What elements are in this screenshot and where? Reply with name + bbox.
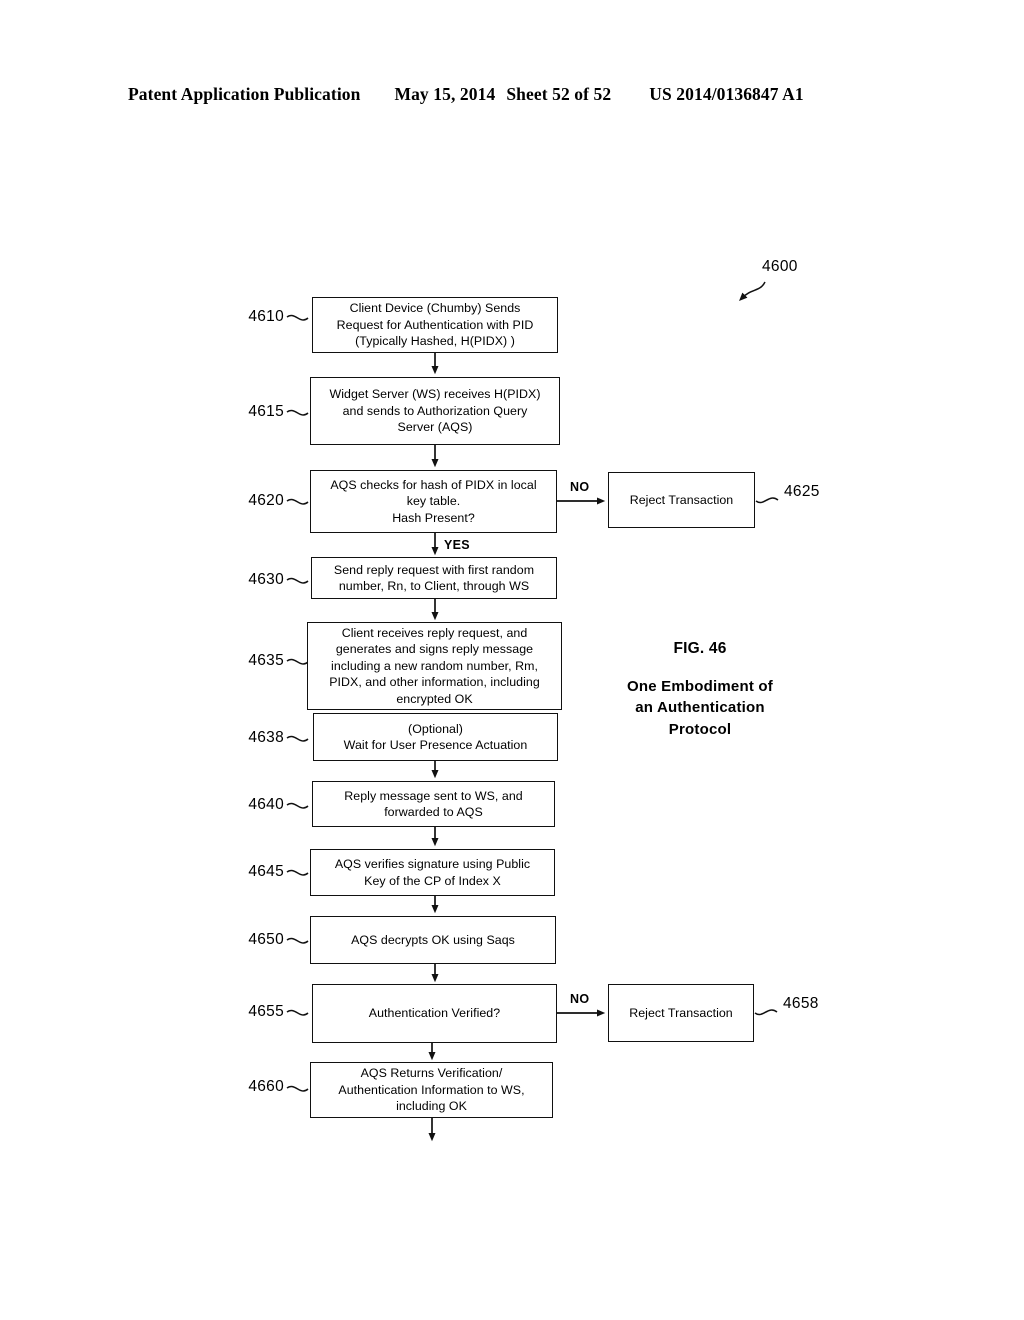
flow-node-4655-text: Authentication Verified? [368, 1006, 501, 1021]
flow-node-4635-text: Client receives reply request, and gener… [329, 625, 540, 706]
flowchart-diagram: 4600 Client Device (Chumby) Sends Reques… [0, 0, 1024, 1320]
edge-label-no-upper: NO [570, 480, 590, 494]
flow-node-4650-text: AQS decrypts OK using Saqs [351, 932, 515, 947]
flow-node-4630-text: Send reply request with first random num… [333, 562, 535, 594]
flow-node-4635: Client receives reply request, and gener… [307, 622, 562, 710]
flow-ref-4620: 4620 [248, 492, 284, 509]
flow-ref-4650: 4650 [248, 931, 284, 948]
flow-ref-4640: 4640 [248, 796, 284, 813]
flow-node-4645: AQS verifies signature using Public Key … [310, 849, 555, 896]
flow-node-4645-text: AQS verifies signature using Public Key … [334, 857, 531, 888]
flow-ref-4630: 4630 [248, 571, 284, 588]
flow-node-4630: Send reply request with first random num… [311, 557, 557, 599]
figure-title: One Embodiment of an Authentication Prot… [627, 678, 773, 738]
flow-node-4650: AQS decrypts OK using Saqs [310, 916, 556, 964]
flow-ref-4635: 4635 [248, 652, 284, 669]
diagram-reference-4600: 4600 [762, 258, 798, 275]
flow-node-4660-text: AQS Returns Verification/ Authentication… [338, 1066, 525, 1114]
flow-node-4610-text: Client Device (Chumby) Sends Request for… [336, 301, 534, 349]
flow-node-4660: AQS Returns Verification/ Authentication… [310, 1062, 553, 1118]
flow-node-4640-text: Reply message sent to WS, and forwarded … [344, 788, 523, 820]
flow-ref-4660: 4660 [248, 1078, 284, 1095]
flow-ref-4638: 4638 [248, 729, 284, 746]
flow-ref-4610: 4610 [248, 308, 284, 325]
flow-ref-4655: 4655 [248, 1003, 284, 1020]
flow-node-4620-text: AQS checks for hash of PIDX in local key… [330, 477, 537, 525]
figure-number: FIG. 46 [673, 640, 727, 657]
figure-caption: FIG. 46 One Embodiment of an Authenticat… [600, 640, 800, 740]
flow-ref-4625: 4625 [784, 483, 820, 500]
flow-node-4620: AQS checks for hash of PIDX in local key… [310, 470, 557, 533]
edge-label-yes-upper: YES [444, 538, 470, 552]
edge-label-no-lower: NO [570, 992, 590, 1006]
flow-ref-4645: 4645 [248, 863, 284, 880]
flow-node-4615: Widget Server (WS) receives H(PIDX) and … [310, 377, 560, 445]
flow-node-4615-text: Widget Server (WS) receives H(PIDX) and … [329, 387, 541, 435]
flow-node-4638-text: (Optional) Wait for User Presence Actuat… [343, 721, 528, 753]
flow-node-4640: Reply message sent to WS, and forwarded … [312, 781, 555, 827]
flow-node-4655: Authentication Verified? [312, 984, 557, 1043]
flow-node-4610: Client Device (Chumby) Sends Request for… [312, 297, 558, 353]
flow-node-4638: (Optional) Wait for User Presence Actuat… [313, 713, 558, 761]
flow-node-4625: Reject Transaction [608, 472, 755, 528]
flow-ref-4615: 4615 [248, 403, 284, 420]
flow-node-4625-text: Reject Transaction [629, 492, 734, 507]
flow-node-4658-text: Reject Transaction [629, 1005, 733, 1020]
flow-ref-4658: 4658 [783, 995, 819, 1012]
flow-node-4658: Reject Transaction [608, 984, 754, 1042]
